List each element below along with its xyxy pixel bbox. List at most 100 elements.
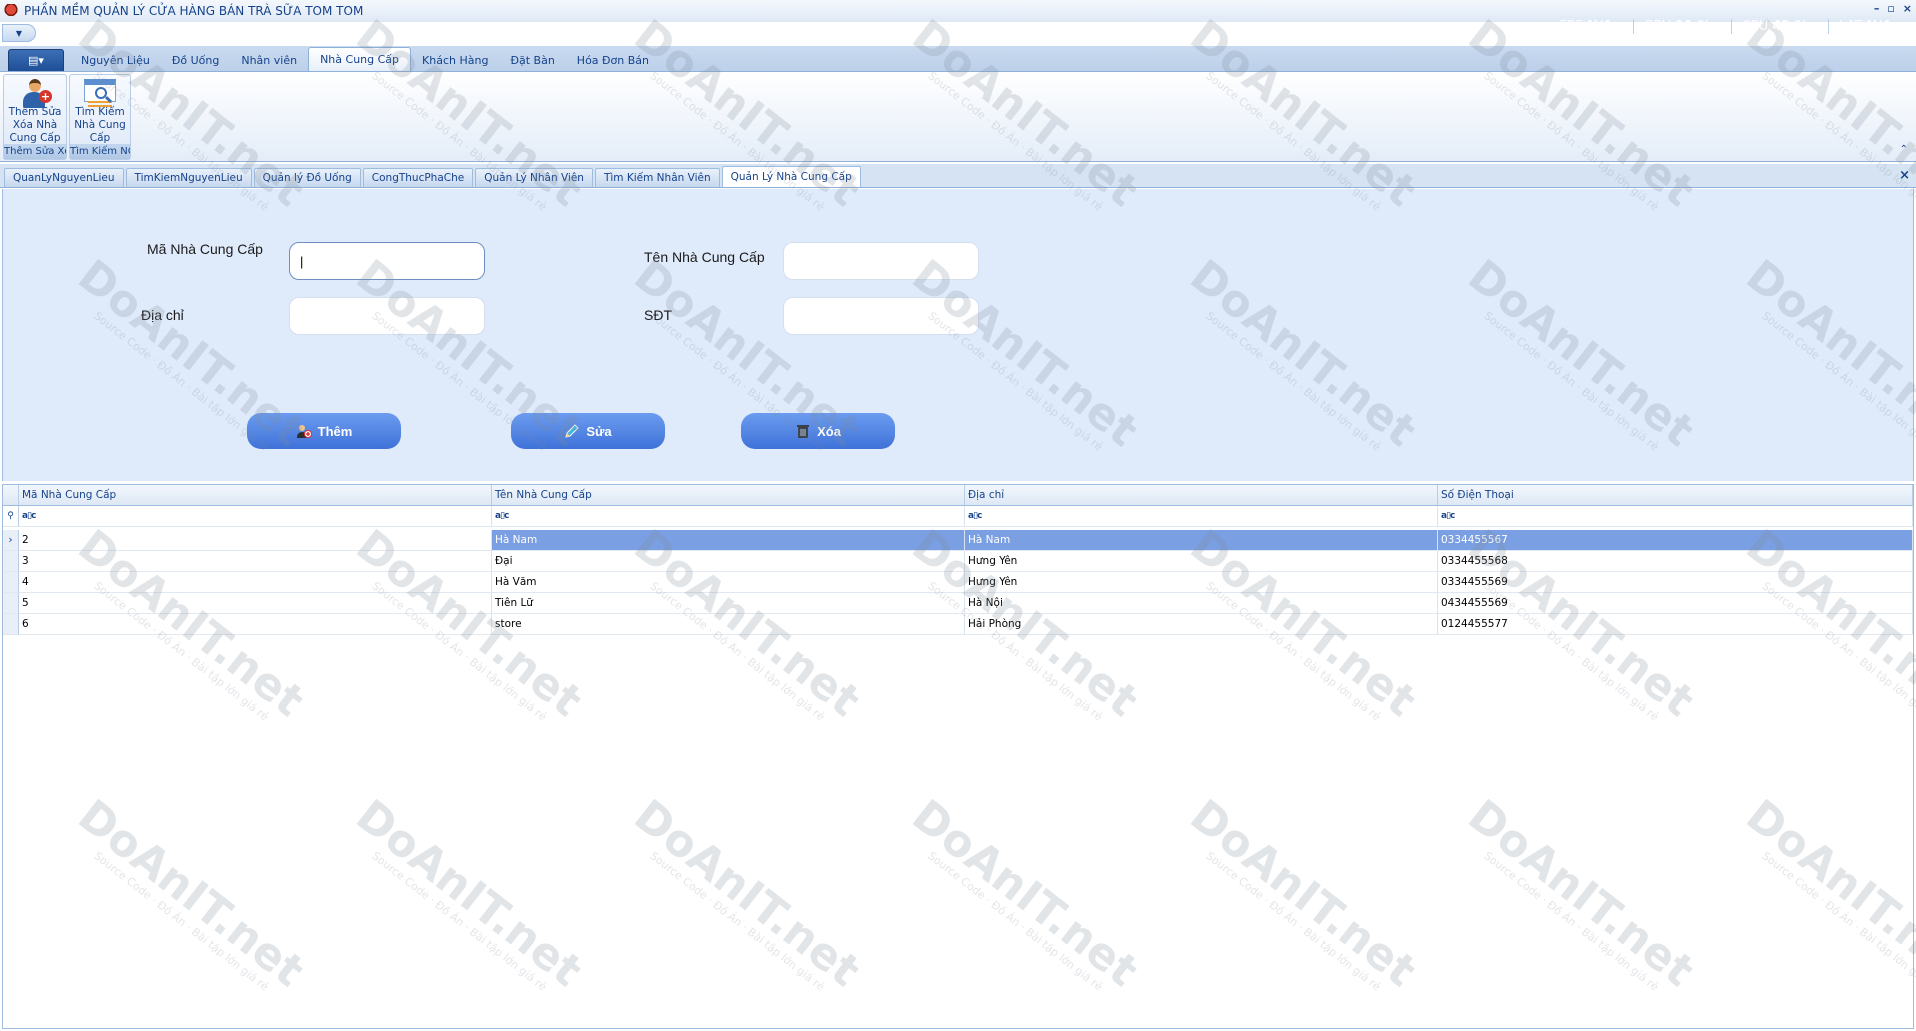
edit-icon <box>564 423 580 439</box>
ten-ncc-label: Tên Nhà Cung Cấp <box>644 249 765 265</box>
ribbon-tabs: ▤▾ Nguyên Liệu Đồ Uống Nhân viên Nhà Cun… <box>0 46 1916 72</box>
grid-header: Mã Nhà Cung Cấp Tên Nhà Cung Cấp Địa chỉ… <box>3 485 1913 506</box>
ribbon-group-crud-ncc: + Thêm Sửa Xóa Nhà Cung Cấp Thêm Sửa Xóa… <box>3 74 67 160</box>
add-user-icon <box>296 423 312 439</box>
cell-so-dien-thoai[interactable]: 0334455567 <box>1438 530 1913 551</box>
cell-so-dien-thoai[interactable]: 0434455569 <box>1438 593 1913 614</box>
doc-tab-quan-ly-nguyen-lieu[interactable]: QuanLyNguyenLieu <box>4 168 124 187</box>
chevron-down-icon: ▼ <box>15 28 23 38</box>
perf-overlay: FPS N/A GPU 11 % CPU 42 % LAT N/A <box>1549 19 1902 34</box>
cell-ma-ncc[interactable]: 4 <box>19 572 492 593</box>
them-label: Thêm <box>317 423 353 439</box>
tim-kiem-ncc-button[interactable]: Tìm Kiếm Nhà Cung Cấp <box>70 75 130 145</box>
cell-ma-ncc[interactable]: 2 <box>19 530 492 551</box>
table-row[interactable]: 6 store Hải Phòng 0124455577 <box>3 614 1913 635</box>
table-row[interactable]: 4 Hà Văm Hưng Yên 0334455569 <box>3 572 1913 593</box>
maximize-icon[interactable]: ▫ <box>1887 2 1894 15</box>
ribbon-tab-nguyen-lieu[interactable]: Nguyên Liệu <box>70 49 161 71</box>
doc-tab-quan-ly-nha-cung-cap[interactable]: Quản Lý Nhà Cung Cấp <box>721 166 861 187</box>
file-menu-button[interactable]: ▤▾ <box>8 49 64 71</box>
document-tabs: QuanLyNguyenLieu TimKiemNguyenLieu Quản … <box>0 164 1916 188</box>
ribbon-tab-nha-cung-cap[interactable]: Nhà Cung Cấp <box>308 47 412 71</box>
close-window-icon[interactable]: × <box>1903 2 1912 15</box>
app-icon <box>4 4 18 18</box>
filter-cell-so-dien-thoai[interactable]: a▯c <box>1438 506 1913 527</box>
quick-access-toolbar[interactable]: ▼ <box>2 24 36 42</box>
sua-button[interactable]: Sửa <box>511 413 665 449</box>
dia-chi-input[interactable] <box>289 297 485 335</box>
close-tab-icon[interactable]: × <box>1899 168 1910 183</box>
sdt-label: SĐT <box>644 307 672 323</box>
ribbon-group-caption: Thêm Sửa Xóa... <box>4 144 66 159</box>
ribbon-group-caption: Tìm Kiếm NCC <box>70 144 130 159</box>
table-row[interactable]: 5 Tiên Lữ Hà Nội 0434455569 <box>3 593 1913 614</box>
perf-gpu: GPU 11 % <box>1632 19 1721 34</box>
them-button[interactable]: Thêm <box>247 413 401 449</box>
add-supplier-icon: + <box>20 79 52 108</box>
xoa-button[interactable]: Xóa <box>741 413 895 449</box>
cell-ten-ncc[interactable]: Đại <box>492 551 965 572</box>
ribbon-group-search-ncc: Tìm Kiếm Nhà Cung Cấp Tìm Kiếm NCC <box>69 74 131 160</box>
sua-label: Sửa <box>586 423 612 439</box>
cell-dia-chi[interactable]: Hà Nội <box>965 593 1438 614</box>
ten-ncc-input[interactable] <box>783 242 979 280</box>
trash-icon <box>795 423 811 439</box>
window-controls: – ▫ × <box>1874 2 1912 15</box>
column-header-so-dien-thoai[interactable]: Số Điện Thoại <box>1438 485 1913 506</box>
cell-ma-ncc[interactable]: 6 <box>19 614 492 635</box>
cell-ma-ncc[interactable]: 5 <box>19 593 492 614</box>
window-title: PHẦN MỀM QUẢN LÝ CỬA HÀNG BÁN TRÀ SỮA TO… <box>24 4 364 18</box>
filter-icon: ⚲ <box>3 506 19 527</box>
filter-cell-dia-chi[interactable]: a▯c <box>965 506 1438 527</box>
filter-cell-ma-ncc[interactable]: a▯c <box>19 506 492 527</box>
supplier-form: Mã Nhà Cung Cấp Tên Nhà Cung Cấp Địa chỉ… <box>2 189 1914 481</box>
table-row[interactable]: 3 Đại Hưng Yên 0334455568 <box>3 551 1913 572</box>
cell-so-dien-thoai[interactable]: 0124455577 <box>1438 614 1913 635</box>
row-indicator-icon: › <box>3 530 19 551</box>
dia-chi-label: Địa chỉ <box>141 307 184 323</box>
cell-dia-chi[interactable]: Hà Nam <box>965 530 1438 551</box>
ma-ncc-input[interactable] <box>289 242 485 280</box>
cell-dia-chi[interactable]: Hưng Yên <box>965 572 1438 593</box>
doc-tab-quan-ly-do-uong[interactable]: Quản lý Đồ Uống <box>253 168 361 187</box>
cell-dia-chi[interactable]: Hải Phòng <box>965 614 1438 635</box>
perf-cpu: CPU 42 % <box>1730 19 1818 34</box>
cell-ma-ncc[interactable]: 3 <box>19 551 492 572</box>
column-header-ten-ncc[interactable]: Tên Nhà Cung Cấp <box>492 485 965 506</box>
ribbon-tab-dat-ban[interactable]: Đặt Bàn <box>499 49 565 71</box>
doc-tab-tim-kiem-nguyen-lieu[interactable]: TimKiemNguyenLieu <box>125 168 252 187</box>
ribbon-tab-do-uong[interactable]: Đồ Uống <box>161 49 231 71</box>
ribbon-tab-hoa-don-ban[interactable]: Hóa Đơn Bán <box>566 49 660 71</box>
perf-lat: LAT N/A <box>1827 19 1902 34</box>
them-sua-xoa-ncc-button[interactable]: + Thêm Sửa Xóa Nhà Cung Cấp <box>4 75 66 145</box>
supplier-grid: Mã Nhà Cung Cấp Tên Nhà Cung Cấp Địa chỉ… <box>2 484 1914 1029</box>
doc-tab-quan-ly-nhan-vien[interactable]: Quản Lý Nhân Viên <box>475 168 593 187</box>
xoa-label: Xóa <box>817 423 841 439</box>
cell-ten-ncc[interactable]: Hà Nam <box>492 530 965 551</box>
cell-ten-ncc[interactable]: Hà Văm <box>492 572 965 593</box>
doc-tab-cong-thuc-pha-che[interactable]: CongThucPhaChe <box>362 168 474 187</box>
sdt-input[interactable] <box>783 297 979 335</box>
minimize-icon[interactable]: – <box>1874 2 1880 15</box>
cell-ten-ncc[interactable]: store <box>492 614 965 635</box>
ribbon-tab-khach-hang[interactable]: Khách Hàng <box>411 49 499 71</box>
doc-tab-tim-kiem-nhan-vien[interactable]: Tìm Kiếm Nhân Viên <box>594 168 720 187</box>
ma-ncc-label: Mã Nhà Cung Cấp <box>147 241 263 257</box>
column-header-ma-ncc[interactable]: Mã Nhà Cung Cấp <box>19 485 492 506</box>
app-menu-icon: ▤▾ <box>28 54 44 67</box>
cell-ten-ncc[interactable]: Tiên Lữ <box>492 593 965 614</box>
them-sua-xoa-ncc-label: Thêm Sửa Xóa Nhà Cung Cấp <box>8 106 62 144</box>
cell-dia-chi[interactable]: Hưng Yên <box>965 551 1438 572</box>
filter-cell-ten-ncc[interactable]: a▯c <box>492 506 965 527</box>
row-indicator-header <box>3 485 19 506</box>
perf-fps: FPS N/A <box>1559 19 1613 34</box>
grid-filter-row: ⚲ a▯c a▯c a▯c a▯c <box>3 506 1913 527</box>
cell-so-dien-thoai[interactable]: 0334455568 <box>1438 551 1913 572</box>
ribbon-tab-nhan-vien[interactable]: Nhân viên <box>230 49 308 71</box>
collapse-ribbon-icon[interactable]: ⌃ <box>1900 144 1908 155</box>
cell-so-dien-thoai[interactable]: 0334455569 <box>1438 572 1913 593</box>
column-header-dia-chi[interactable]: Địa chỉ <box>965 485 1438 506</box>
tim-kiem-ncc-label: Tìm Kiếm Nhà Cung Cấp <box>74 106 126 144</box>
ribbon-body: + Thêm Sửa Xóa Nhà Cung Cấp Thêm Sửa Xóa… <box>0 72 1916 162</box>
table-row[interactable]: › 2 Hà Nam Hà Nam 0334455567 <box>3 530 1913 551</box>
